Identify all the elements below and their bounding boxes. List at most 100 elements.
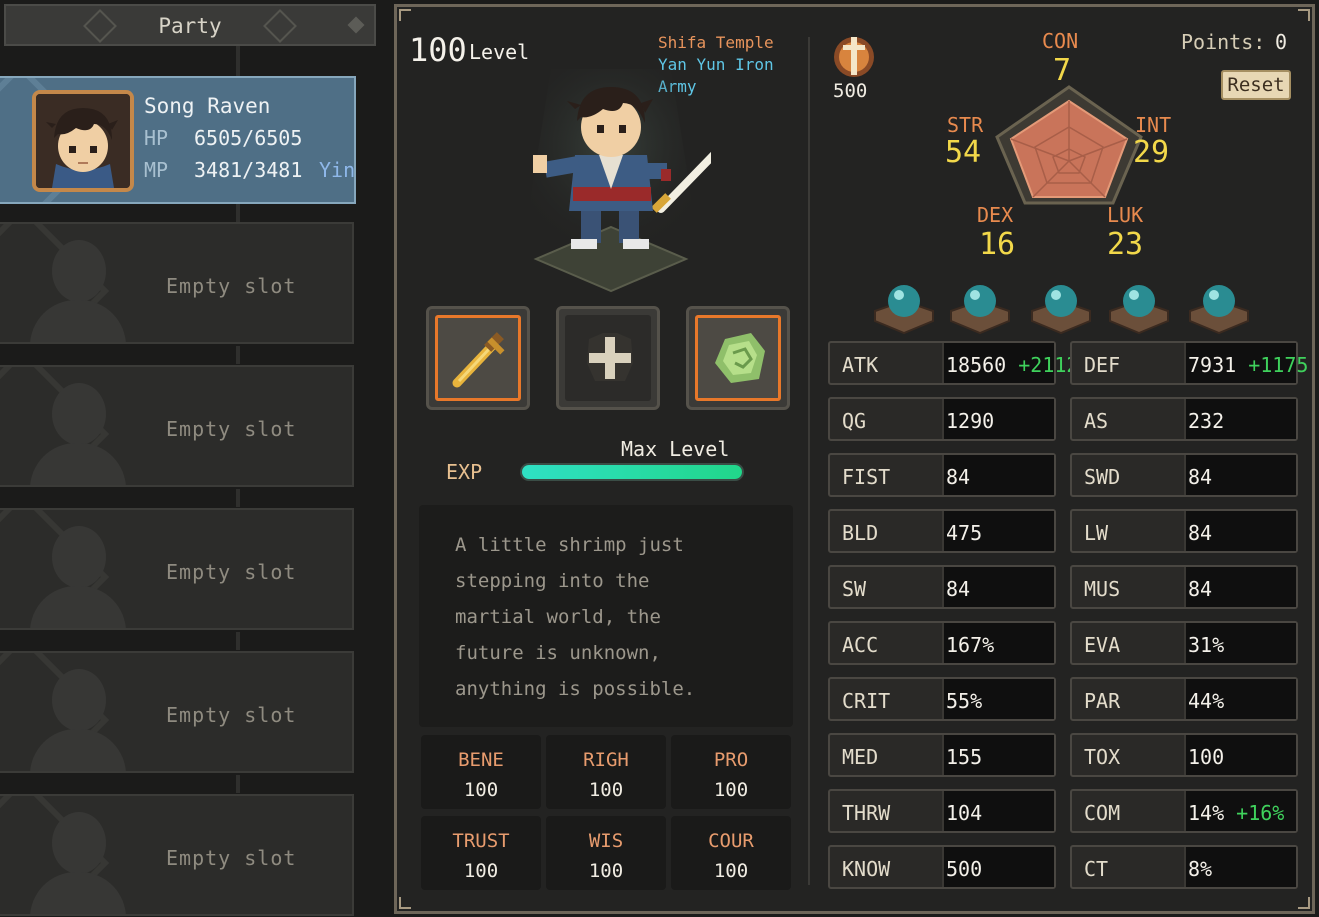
stat-value: 31% (1188, 633, 1225, 657)
orb-socket-icon (1109, 285, 1169, 335)
stat-mus: MUS 84 (1070, 565, 1298, 609)
virtue-righ: RIGH 100 (546, 735, 666, 809)
stat-name: MUS (1084, 577, 1121, 601)
silhouette-icon (28, 524, 128, 628)
dagger-icon (452, 332, 505, 388)
stat-value: 500 (946, 857, 983, 881)
stat-bld: BLD 475 (828, 509, 1056, 553)
hp-label: HP (144, 126, 169, 150)
stat-def: DEF 7931 +1175 (1070, 341, 1308, 385)
orb-socket-icon (874, 285, 934, 335)
empty-party-slot[interactable]: Empty slot (0, 222, 354, 344)
stat-fist: FIST 84 (828, 453, 1056, 497)
stat-name: TOX (1084, 745, 1121, 769)
accessory-slot[interactable] (686, 306, 790, 410)
rank-emblem-icon (834, 37, 874, 77)
rank-value: 500 (833, 80, 868, 102)
reset-button[interactable]: Reset (1221, 70, 1291, 100)
attr-str-value: 54 (945, 135, 982, 170)
virtue-value: 100 (588, 779, 624, 801)
stat-com: COM 14% +16% (1070, 789, 1298, 833)
exp-label: EXP (446, 460, 483, 484)
empty-party-slot[interactable]: Empty slot (0, 508, 354, 630)
rail (236, 775, 240, 793)
party-header: Party (4, 4, 376, 46)
stat-name: THRW (842, 801, 891, 825)
exp-bar (520, 463, 744, 481)
attr-dex-label: DEX (977, 203, 1014, 227)
stat-name: SW (842, 577, 867, 601)
attr-luk-label: LUK (1107, 203, 1144, 227)
stat-name: ACC (842, 633, 879, 657)
stat-name: LW (1084, 521, 1109, 545)
stat-name: COM (1084, 801, 1121, 825)
stat-med: MED 155 (828, 733, 1056, 777)
virtue-value: 100 (713, 860, 749, 882)
stat-value: 55% (946, 689, 983, 713)
character-sprite (511, 59, 735, 299)
virtue-name: WIS (588, 830, 624, 852)
stat-value: 84 (946, 577, 971, 601)
virtue-value: 100 (713, 779, 749, 801)
orb-socket-icon (1189, 285, 1249, 335)
description-line: anything is possible. (455, 678, 696, 700)
mp-value: 3481/3481 (194, 158, 303, 182)
virtue-bene: BENE 100 (421, 735, 541, 809)
stat-name: SWD (1084, 465, 1121, 489)
stat-ct: CT 8% (1070, 845, 1298, 889)
stat-qg: QG 1290 (828, 397, 1056, 441)
empty-slot-label: Empty slot (166, 417, 297, 441)
virtue-cour: COUR 100 (671, 816, 791, 890)
party-panel: Party Song Raven HP 6505/6505 MP 3481/34… (0, 0, 392, 917)
stat-name: FIST (842, 465, 891, 489)
stat-value: 8% (1188, 857, 1213, 881)
stat-value: 7931 +1175 (1188, 353, 1309, 377)
stat-atk: ATK 18560 +2112 (828, 341, 1078, 385)
orb-socket-icon (950, 285, 1010, 335)
silhouette-icon (28, 667, 128, 771)
plus-icon (587, 333, 633, 381)
attr-con-value: 7 (1053, 53, 1072, 88)
virtue-name: COUR (708, 830, 754, 852)
virtue-pro: PRO 100 (671, 735, 791, 809)
description-line: martial world, the (455, 606, 661, 628)
description-line: A little shrimp just (455, 534, 684, 556)
stat-value: 44% (1188, 689, 1225, 713)
virtue-name: PRO (713, 749, 749, 771)
empty-party-slot[interactable]: Empty slot (0, 794, 354, 916)
stat-know: KNOW 500 (828, 845, 1056, 889)
attribute-radar-chart (995, 85, 1143, 205)
party-member-card[interactable]: Song Raven HP 6505/6505 MP 3481/3481 Yin (0, 76, 356, 204)
stat-swd: SWD 84 (1070, 453, 1298, 497)
stat-name: AS (1084, 409, 1109, 433)
stat-bonus: +1175 (1248, 353, 1309, 377)
stat-name: BLD (842, 521, 879, 545)
virtue-wis: WIS 100 (546, 816, 666, 890)
stat-value: 84 (1188, 521, 1213, 545)
stat-value: 84 (946, 465, 971, 489)
stat-name: PAR (1084, 689, 1121, 713)
virtue-name: BENE (458, 749, 504, 771)
character-portrait (32, 90, 134, 192)
empty-slot-label: Empty slot (166, 703, 297, 727)
attr-str-label: STR (947, 113, 984, 137)
max-level-note: Max Level (621, 437, 730, 461)
weapon-slot[interactable] (426, 306, 530, 410)
attr-int-label: INT (1135, 113, 1172, 137)
description-line: future is unknown, (455, 642, 661, 664)
stat-name: CRIT (842, 689, 891, 713)
armor-slot-empty[interactable] (556, 306, 660, 410)
stat-thrw: THRW 104 (828, 789, 1056, 833)
stat-value: 104 (946, 801, 983, 825)
stat-tox: TOX 100 (1070, 733, 1298, 777)
empty-party-slot[interactable]: Empty slot (0, 365, 354, 487)
member-name: Song Raven (144, 94, 271, 118)
rail (236, 46, 240, 76)
stat-value: 14% +16% (1188, 801, 1285, 825)
virtue-name: TRUST (452, 830, 510, 852)
stat-crit: CRIT 55% (828, 677, 1056, 721)
empty-slot-label: Empty slot (166, 560, 297, 584)
empty-party-slot[interactable]: Empty slot (0, 651, 354, 773)
jade-icon (715, 333, 765, 383)
stat-value: 84 (1188, 465, 1213, 489)
